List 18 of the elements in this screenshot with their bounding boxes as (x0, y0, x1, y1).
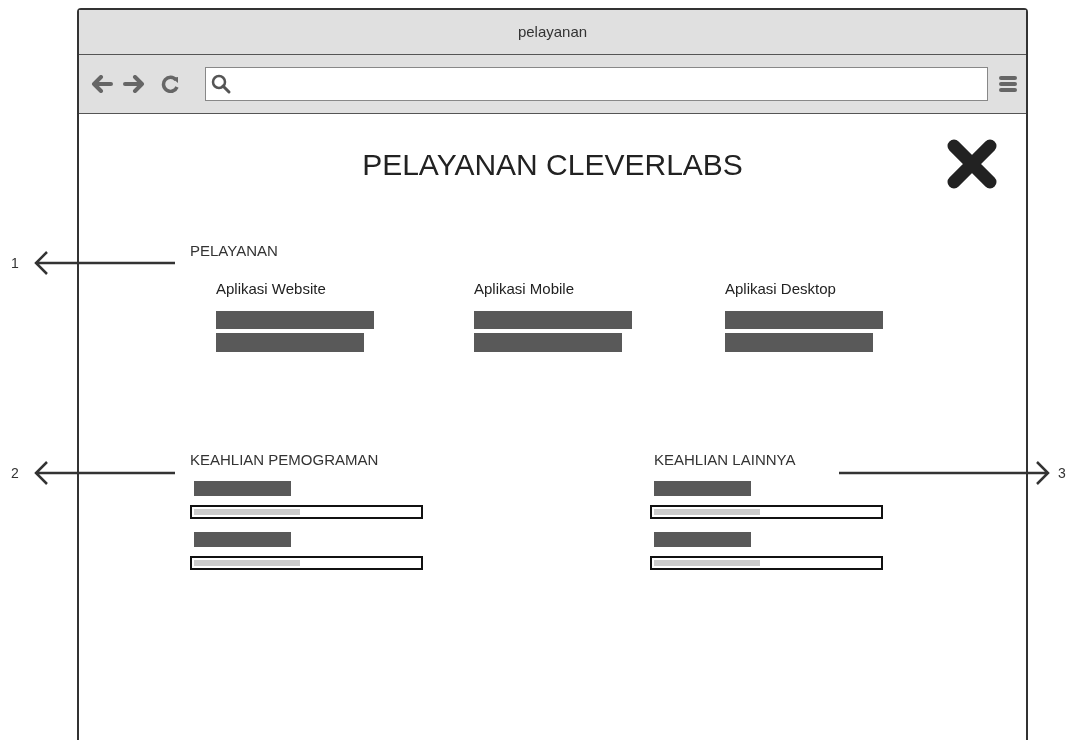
section-title: KEAHLIAN PEMOGRAMAN (190, 450, 379, 470)
annotation-number: 3 (1058, 465, 1066, 481)
service-title: Aplikasi Website (216, 279, 327, 299)
address-field[interactable] (205, 67, 988, 101)
menu-icon[interactable] (998, 74, 1018, 94)
reload-icon[interactable] (161, 75, 181, 93)
page-heading: PELAYANAN CLEVERLABS (362, 147, 743, 183)
section-title: PELAYANAN (190, 241, 279, 261)
annotation-number: 1 (11, 255, 19, 271)
annotation-number: 2 (11, 465, 19, 481)
service-title: Aplikasi Mobile (474, 279, 576, 299)
window-title: pelayanan (517, 21, 588, 42)
close-icon[interactable] (947, 139, 997, 189)
section-title: KEAHLIAN LAINNYA (654, 450, 796, 470)
forward-icon[interactable] (123, 75, 145, 93)
back-icon[interactable] (91, 75, 113, 93)
search-icon (210, 73, 232, 95)
service-title: Aplikasi Desktop (725, 279, 837, 299)
